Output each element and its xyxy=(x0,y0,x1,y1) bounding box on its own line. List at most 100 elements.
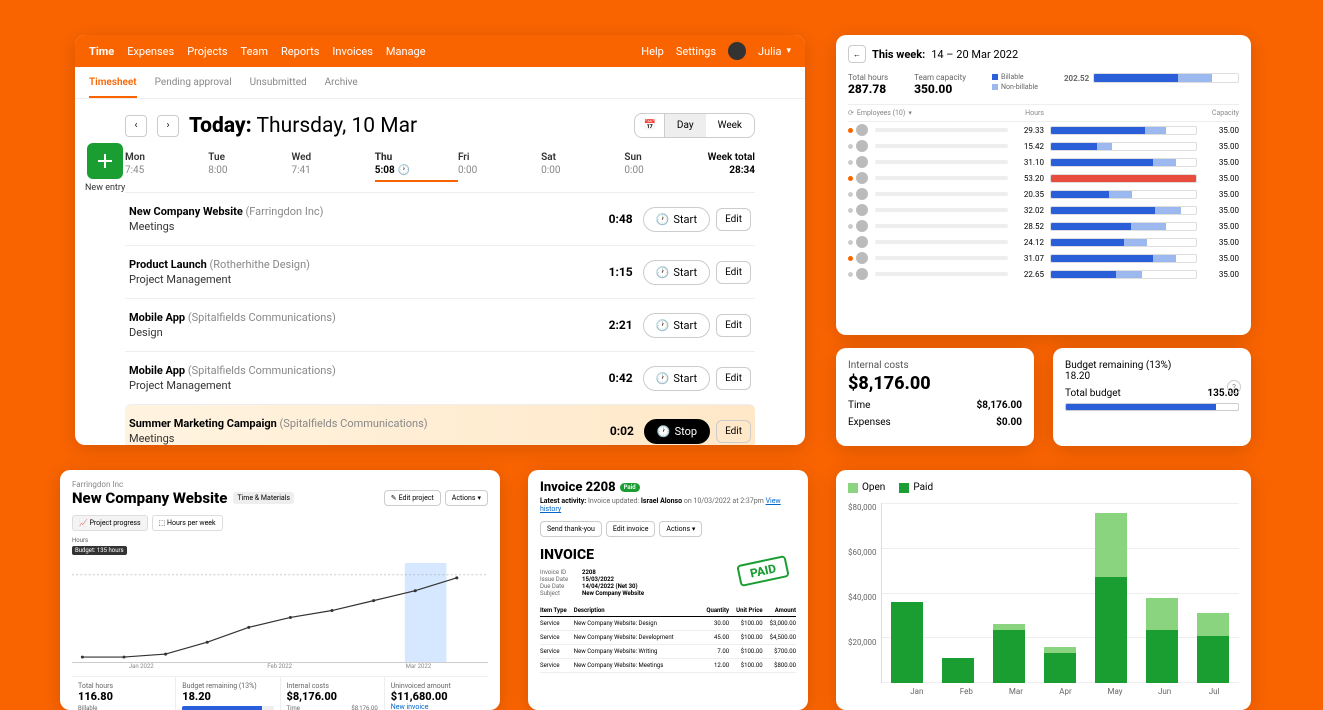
start-button[interactable]: 🕐Start xyxy=(643,313,710,338)
view-day[interactable]: Day xyxy=(665,114,706,137)
team-row: 28.5235.00 xyxy=(848,218,1239,234)
team-label: This week: xyxy=(872,48,925,61)
page-title: Today: Thursday, 10 Mar xyxy=(189,114,417,138)
timesheet-card: Time Expenses Projects Team Reports Invoices M… xyxy=(75,35,805,445)
team-row: 24.1235.00 xyxy=(848,234,1239,250)
legend: Billable Non-billable xyxy=(992,73,1038,91)
calendar-icon[interactable]: 📅 xyxy=(635,114,664,137)
avatar xyxy=(856,172,868,184)
day-tue[interactable]: Tue8:00 xyxy=(208,152,291,176)
sub-nav: Timesheet Pending approval Unsubmitted Arch… xyxy=(75,67,805,99)
team-row: 32.0235.00 xyxy=(848,202,1239,218)
project-stat: Uninvoiced amount$11,680.00New invoice xyxy=(385,676,488,710)
clock-icon: 🕐 xyxy=(398,165,410,176)
avatar xyxy=(856,220,868,232)
avatar xyxy=(856,140,868,152)
bar-mar xyxy=(993,624,1025,684)
costs-exp-label: Expenses xyxy=(848,417,891,428)
costs-value: $8,176.00 xyxy=(848,373,1022,394)
new-invoice-link[interactable]: New invoice xyxy=(391,703,482,710)
project-badge: Time & Materials xyxy=(233,492,294,504)
time-entry: Summer Marketing Campaign (Spitalfields … xyxy=(125,404,755,445)
budget-badge: Budget: 135 hours xyxy=(72,546,127,555)
day-sat[interactable]: Sat0:00 xyxy=(541,152,624,176)
day-thu[interactable]: Thu5:08 🕐 xyxy=(375,152,458,182)
day-mon[interactable]: Mon7:45 xyxy=(125,152,208,176)
clock-icon: 🕐 xyxy=(656,213,670,226)
bar-may xyxy=(1095,513,1127,683)
nav-team[interactable]: Team xyxy=(241,45,269,58)
start-button[interactable]: 🕐Start xyxy=(643,366,710,391)
day-sun[interactable]: Sun0:00 xyxy=(624,152,707,176)
costs-time-val: $8,176.00 xyxy=(976,400,1022,411)
clock-icon: 🕐 xyxy=(657,425,671,438)
team-row: 29.3335.00 xyxy=(848,122,1239,138)
day-wed[interactable]: Wed7:41 xyxy=(291,152,374,176)
nav-manage[interactable]: Manage xyxy=(386,45,426,58)
clock-icon: 🕐 xyxy=(656,319,670,332)
subnav-3[interactable]: Archive xyxy=(325,77,358,98)
nav-projects[interactable]: Projects xyxy=(187,45,227,58)
budget-bar xyxy=(1065,403,1239,411)
nav-reports[interactable]: Reports xyxy=(281,45,319,58)
edit-button[interactable]: Edit xyxy=(716,261,751,284)
edit-button[interactable]: Edit xyxy=(716,208,751,231)
edit-button[interactable]: Edit xyxy=(716,420,751,443)
breadcrumb[interactable]: Farringdon Inc xyxy=(72,480,488,489)
prev-day-button[interactable]: ‹ xyxy=(125,115,147,137)
edit-button[interactable]: Edit xyxy=(716,314,751,337)
total-hours-label: Total hours xyxy=(848,73,888,82)
project-tabs: 📈 Project progress⬚ Hours per week xyxy=(72,515,488,531)
week-total: Week total28:34 xyxy=(708,152,755,176)
project-stat: Budget remaining (13%)18.20Total budget1… xyxy=(176,676,280,710)
nav-invoices[interactable]: Invoices xyxy=(332,45,373,58)
chart-legend: Open Paid xyxy=(848,482,1239,493)
view-week[interactable]: Week xyxy=(706,114,754,137)
help-icon[interactable]: ? xyxy=(1227,380,1241,394)
invoice-action-0[interactable]: Send thank-you xyxy=(540,521,602,537)
project-card: Farringdon Inc New Company WebsiteTime &… xyxy=(60,470,500,710)
top-nav: Time Expenses Projects Team Reports Invoices M… xyxy=(75,35,805,67)
invoice-line: ServiceNew Company Website: Development4… xyxy=(540,631,796,645)
new-entry-button[interactable] xyxy=(87,143,123,179)
avatar xyxy=(856,268,868,280)
project-actions-button[interactable]: Actions ▾ xyxy=(445,490,488,506)
paid-badge: Paid xyxy=(620,483,640,492)
project-tab-1[interactable]: ⬚ Hours per week xyxy=(152,515,223,531)
entries-list: New Company Website (Farringdon Inc)Meet… xyxy=(125,192,755,445)
invoice-action-2[interactable]: Actions ▾ xyxy=(659,521,702,537)
team-range: 14 – 20 Mar 2022 xyxy=(931,48,1018,61)
bar-jul xyxy=(1197,613,1229,683)
employees-dropdown[interactable]: ⟳ Employees (10) ▾ xyxy=(848,109,1008,117)
invoice-line: ServiceNew Company Website: Meetings12.0… xyxy=(540,659,796,673)
next-day-button[interactable]: › xyxy=(157,115,179,137)
costs-card: Internal costs $8,176.00 Time$8,176.00 E… xyxy=(836,348,1034,446)
user-menu[interactable]: Julia▾ xyxy=(758,45,791,58)
day-fri[interactable]: Fri0:00 xyxy=(458,152,541,176)
nav-expenses[interactable]: Expenses xyxy=(127,45,174,58)
subnav-2[interactable]: Unsubmitted xyxy=(250,77,307,98)
nav-time[interactable]: Time xyxy=(89,45,114,58)
view-toggle: 📅 Day Week xyxy=(634,113,755,138)
budget-total-label: Total budget xyxy=(1065,388,1121,399)
nav-settings[interactable]: Settings xyxy=(676,45,716,58)
chart-label: Hours xyxy=(72,537,488,544)
edit-button[interactable]: Edit xyxy=(716,367,751,390)
project-stat: Total hours116.80BillableNon-billable xyxy=(72,676,176,710)
avatar[interactable] xyxy=(728,42,746,60)
project-tab-0[interactable]: 📈 Project progress xyxy=(72,515,148,531)
start-button[interactable]: 🕐Start xyxy=(643,260,710,285)
stop-button[interactable]: 🕐Stop xyxy=(644,419,710,444)
start-button[interactable]: 🕐Start xyxy=(643,207,710,232)
subnav-0[interactable]: Timesheet xyxy=(89,77,137,98)
invoice-activity: Latest activity: Invoice updated: Israel… xyxy=(540,497,796,513)
budget-card: Budget remaining (13%) 18.20 ? Total bud… xyxy=(1053,348,1251,446)
team-prev[interactable]: ← xyxy=(848,45,866,63)
edit-project-button[interactable]: ✎ Edit project xyxy=(384,490,441,506)
invoice-action-1[interactable]: Edit invoice xyxy=(606,521,656,537)
hours-header: Hours xyxy=(1008,109,1044,117)
team-row: 20.3535.00 xyxy=(848,186,1239,202)
entry-duration: 2:21 xyxy=(609,318,633,332)
subnav-1[interactable]: Pending approval xyxy=(155,77,232,98)
nav-help[interactable]: Help xyxy=(641,45,664,58)
